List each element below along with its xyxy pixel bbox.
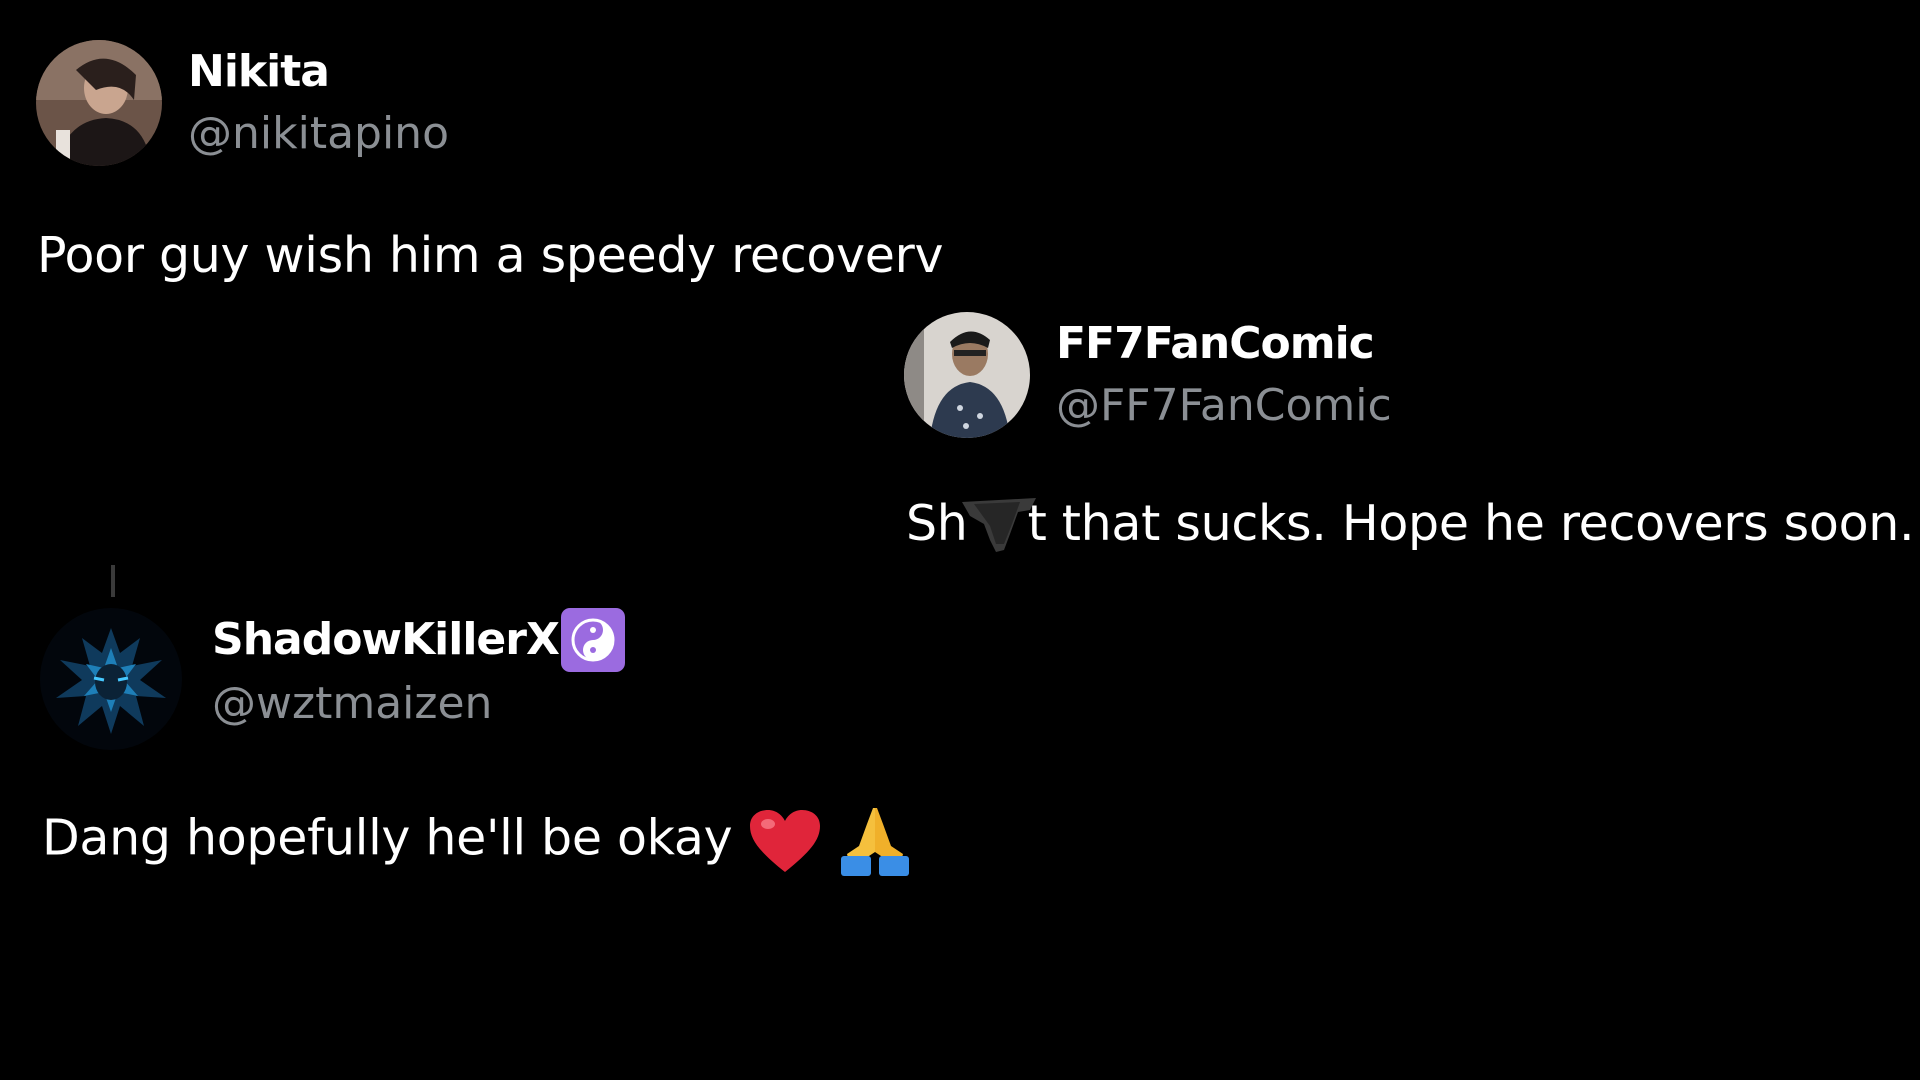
user-handle[interactable]: @wztmaizen — [212, 674, 625, 734]
avatar[interactable] — [40, 608, 182, 750]
display-name[interactable]: ShadowKillerX — [212, 608, 625, 672]
reply-card[interactable]: FF7FanComic @FF7FanComic Sh t that sucks.… — [904, 312, 1915, 552]
censor-scribble-icon — [962, 498, 1036, 552]
display-name-text: ShadowKillerX — [212, 614, 560, 665]
user-avatar-photo-icon — [36, 40, 162, 166]
display-name[interactable]: FF7FanComic — [1056, 314, 1392, 374]
reply-card[interactable]: ShadowKillerX @wztmaizen Dang hopefully … — [40, 608, 909, 876]
reply-text-content: Dang hopefully he'll be okay — [42, 809, 733, 867]
avatar[interactable] — [904, 312, 1030, 438]
reply-card[interactable]: Nikita @nikitapino Poor guy wish him a s… — [36, 40, 943, 284]
reply-text: Poor guy wish him a speedy recoverv — [37, 227, 944, 284]
reply-thread: Nikita @nikitapino Poor guy wish him a s… — [0, 0, 1920, 1080]
folded-hands-emoji-icon — [840, 808, 909, 876]
reply-header: FF7FanComic @FF7FanComic — [904, 312, 1392, 438]
reply-text: Sh t that sucks. Hope he recovers soon. — [906, 492, 1915, 556]
avatar[interactable] — [36, 40, 162, 166]
user-handle[interactable]: @nikitapino — [188, 104, 449, 164]
reply-text-start: Sh — [906, 495, 968, 552]
reply-header: ShadowKillerX @wztmaizen — [40, 608, 625, 750]
reply-header: Nikita @nikitapino — [36, 40, 449, 166]
user-avatar-art-icon — [40, 608, 182, 750]
reply-text: Dang hopefully he'll be okay — [42, 804, 913, 878]
reply-text-end: t that sucks. Hope he recovers soon. — [1027, 495, 1915, 552]
yin-yang-icon — [560, 608, 625, 672]
red-heart-emoji-icon — [749, 810, 820, 872]
user-avatar-photo-icon — [904, 312, 1030, 438]
thread-connector-line — [111, 565, 115, 597]
display-name[interactable]: Nikita — [188, 42, 449, 102]
user-handle[interactable]: @FF7FanComic — [1056, 376, 1392, 436]
